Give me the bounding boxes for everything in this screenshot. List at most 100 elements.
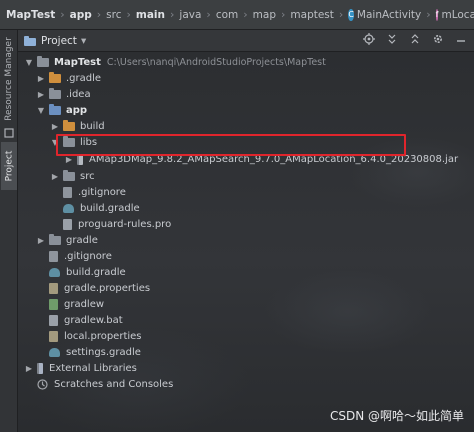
tree-item-idea-dir[interactable]: ▶ .idea <box>18 86 474 102</box>
chevron-right-icon[interactable]: ▶ <box>50 122 60 131</box>
tool-tab-project-label: Project <box>4 150 15 182</box>
chevron-right-icon[interactable]: ▶ <box>36 74 46 83</box>
file-icon <box>63 186 72 198</box>
tree-item-label: gradlew.bat <box>64 314 123 326</box>
tree-item-build-gradle[interactable]: build.gradle <box>18 264 474 280</box>
breadcrumb-item-maptest[interactable]: maptest <box>290 9 334 21</box>
breadcrumb-item-com[interactable]: com <box>216 9 238 21</box>
tool-tab-project[interactable]: Project <box>1 142 17 190</box>
tree-item-label: build.gradle <box>66 266 126 278</box>
tree-item-root[interactable]: ▼ MapTest C:\Users\nanqi\AndroidStudioPr… <box>18 54 474 70</box>
breadcrumb: MapTest › app › src › main › java › com … <box>0 0 474 30</box>
tool-tab-resource-manager[interactable]: Resource Manager <box>1 37 17 121</box>
folder-icon <box>49 233 61 245</box>
tree-item-app-build-gradle[interactable]: build.gradle <box>18 200 474 216</box>
class-icon: C <box>348 8 354 21</box>
tree-item-app[interactable]: ▼ app <box>18 102 474 118</box>
breadcrumb-item-app[interactable]: app <box>70 9 92 21</box>
field-icon: f <box>435 8 439 21</box>
tree-item-gradle-dir[interactable]: ▶ .gradle <box>18 70 474 86</box>
folder-icon <box>49 87 61 99</box>
tree-item-label: gradle <box>66 234 98 246</box>
breadcrumb-separator: › <box>243 8 248 21</box>
tree-item-label: build.gradle <box>80 202 140 214</box>
chevron-down-icon[interactable]: ▼ <box>36 106 46 115</box>
module-folder-icon <box>49 103 61 115</box>
chevron-down-icon: ▾ <box>80 34 87 47</box>
project-view-selector[interactable]: Project ▾ <box>24 35 86 47</box>
tree-item-src[interactable]: ▶ src <box>18 168 474 184</box>
scratches-icon <box>37 378 48 390</box>
chevron-down-icon[interactable]: ▼ <box>24 58 34 67</box>
module-folder-icon <box>37 55 49 67</box>
tree-item-label: Scratches and Consoles <box>54 378 174 390</box>
locate-icon[interactable] <box>362 33 376 47</box>
expand-all-icon[interactable] <box>385 33 399 47</box>
tree-item-label: .gitignore <box>78 186 126 198</box>
tree-item-label: proguard-rules.pro <box>78 218 172 230</box>
breadcrumb-item-project[interactable]: MapTest <box>6 9 55 21</box>
gradle-icon <box>49 347 60 357</box>
breadcrumb-separator: › <box>96 8 102 21</box>
tree-item-gradle-properties[interactable]: gradle.properties <box>18 280 474 296</box>
tree-item-app-gitignore[interactable]: .gitignore <box>18 184 474 200</box>
tree-item-scratches[interactable]: Scratches and Consoles <box>18 376 474 392</box>
tree-item-proguard[interactable]: proguard-rules.pro <box>18 216 474 232</box>
properties-icon <box>49 330 58 342</box>
tree-item-gradlew[interactable]: gradlew <box>18 296 474 312</box>
tree-item-label: settings.gradle <box>66 346 141 358</box>
left-tool-strip: Resource Manager Project <box>0 30 18 432</box>
tree-item-label: gradle.properties <box>64 282 151 294</box>
breadcrumb-item-java[interactable]: java <box>179 9 201 21</box>
breadcrumb-separator: › <box>170 8 175 21</box>
chevron-right-icon[interactable]: ▶ <box>36 90 46 99</box>
highlight-box <box>56 134 406 156</box>
tree-item-label: build <box>80 120 105 132</box>
chevron-right-icon[interactable]: ▶ <box>24 364 34 373</box>
project-view-label: Project <box>41 34 77 47</box>
folder-icon <box>63 169 75 181</box>
gradle-icon <box>63 203 74 213</box>
tree-item-path: C:\Users\nanqi\AndroidStudioProjects\Map… <box>106 56 326 68</box>
tree-item-gradle[interactable]: ▶ gradle <box>18 232 474 248</box>
tree-item-label: app <box>66 104 88 116</box>
file-icon <box>49 314 58 326</box>
file-icon <box>49 298 58 310</box>
library-icon <box>37 362 43 374</box>
tool-tab-resource-manager-label: Resource Manager <box>4 37 14 121</box>
watermark: CSDN @啊哈～如此简单 <box>329 409 464 423</box>
project-folder-icon <box>24 35 36 46</box>
header-actions <box>362 33 468 47</box>
chevron-right-icon[interactable]: ▶ <box>36 236 46 245</box>
breadcrumb-item-map[interactable]: map <box>253 9 276 21</box>
chevron-right-icon[interactable]: ▶ <box>50 172 60 181</box>
tree-item-label: External Libraries <box>49 362 137 374</box>
tree-item-label: src <box>80 170 95 182</box>
breadcrumb-separator: › <box>281 8 286 21</box>
collapse-all-icon[interactable] <box>408 33 422 47</box>
tree-item-label: gradlew <box>64 298 105 310</box>
tree-item-external-libraries[interactable]: ▶ External Libraries <box>18 360 474 376</box>
breadcrumb-item-mlocationoption[interactable]: mLocationOption <box>441 9 474 21</box>
tree-item-local-properties[interactable]: local.properties <box>18 328 474 344</box>
breadcrumb-separator: › <box>126 8 131 21</box>
breadcrumb-separator: › <box>338 8 344 21</box>
project-panel-header: Project ▾ <box>18 30 474 52</box>
breadcrumb-item-main[interactable]: main <box>136 9 165 21</box>
tool-tab-resource-manager-icon[interactable] <box>1 126 17 140</box>
folder-icon <box>63 119 75 131</box>
breadcrumb-item-src[interactable]: src <box>106 9 121 21</box>
breadcrumb-item-mainactivity[interactable]: MainActivity <box>357 9 421 21</box>
breadcrumb-separator: › <box>426 8 431 21</box>
tree-item-build[interactable]: ▶ build <box>18 118 474 134</box>
folder-icon <box>49 71 61 83</box>
tree-item-label: .idea <box>66 88 91 100</box>
minimize-icon[interactable] <box>454 33 468 47</box>
tree-item-gitignore[interactable]: .gitignore <box>18 248 474 264</box>
properties-icon <box>49 282 58 294</box>
tree-item-settings-gradle[interactable]: settings.gradle <box>18 344 474 360</box>
file-icon <box>49 250 58 262</box>
gear-icon[interactable] <box>431 33 445 47</box>
tree-item-gradlew-bat[interactable]: gradlew.bat <box>18 312 474 328</box>
breadcrumb-separator: › <box>206 8 211 21</box>
